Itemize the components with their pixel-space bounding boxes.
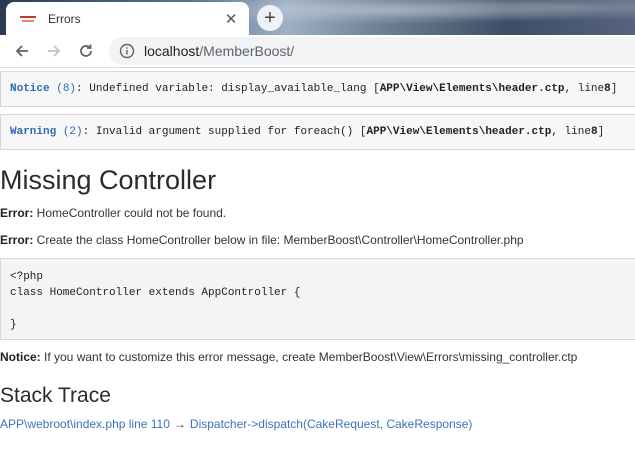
back-button[interactable]	[9, 38, 35, 64]
error-message-not-found: Error: HomeController could not be found…	[0, 206, 227, 220]
page-title: Missing Controller	[0, 165, 217, 195]
stack-trace-title: Stack Trace	[0, 384, 111, 407]
reload-button[interactable]	[73, 38, 99, 64]
address-bar[interactable]: localhost/MemberBoost/	[109, 37, 635, 65]
trace-call-link[interactable]: Dispatcher->dispatch(CakeRequest, CakeRe…	[190, 417, 472, 431]
info-icon[interactable]	[119, 43, 135, 59]
code-snippet: <?php class HomeController extends AppCo…	[0, 258, 635, 340]
new-tab-button[interactable]: +	[257, 5, 283, 31]
reload-icon	[80, 44, 92, 57]
site-favicon-icon	[20, 14, 36, 24]
error-message-create-class: Error: Create the class HomeController b…	[0, 233, 524, 247]
stack-trace-entry: APP\webroot\index.php line 110 → Dispatche…	[0, 417, 472, 431]
notice-customize-message: Notice: If you want to customize this er…	[0, 350, 578, 364]
arrow-left-icon	[15, 45, 28, 57]
php-warning: Warning (2): Invalid argument supplied f…	[0, 114, 635, 150]
trace-arrow: →	[173, 417, 186, 431]
close-tab-icon[interactable]: ✕	[221, 9, 241, 29]
browser-toolbar: localhost/MemberBoost/	[0, 35, 635, 68]
arrow-right-icon	[48, 45, 61, 57]
browser-tab[interactable]: Errors ✕	[6, 2, 249, 35]
php-notice: Notice (8): Undefined variable: display_…	[0, 71, 635, 107]
tab-title: Errors	[48, 11, 81, 26]
url-text[interactable]: localhost/MemberBoost/	[144, 43, 294, 59]
trace-file-link[interactable]: APP\webroot\index.php line 110	[0, 417, 170, 431]
forward-button[interactable]	[41, 38, 67, 64]
